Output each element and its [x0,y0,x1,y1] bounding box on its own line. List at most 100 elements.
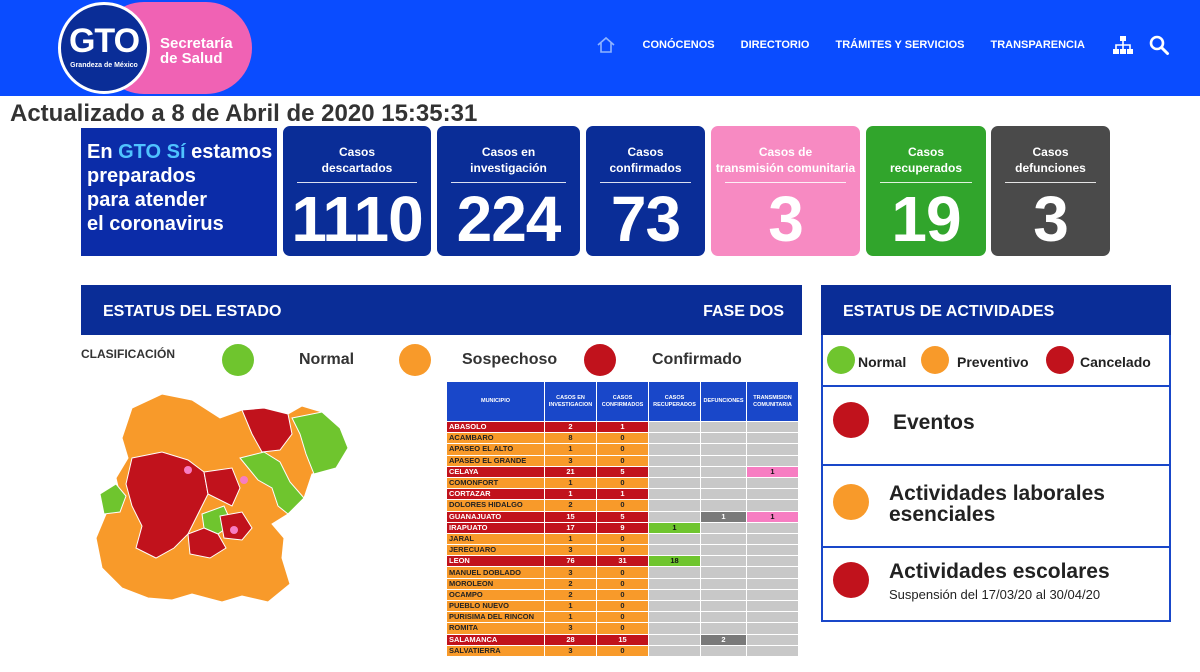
logo-secretaria-line1: Secretaría [160,35,233,52]
table-cell [700,532,747,546]
sitemap-icon[interactable] [1112,34,1134,56]
table-cell [746,611,799,624]
municipio-name: MANUEL DOBLADO [446,566,545,579]
promo-line1-highlight: GTO Sí [118,141,186,163]
table-cell: 1 [544,532,597,546]
table-row: MANUEL DOBLADO 3 0 [446,566,799,579]
map-marker [230,526,238,534]
table-cell [648,622,701,635]
logo-secretaria: Secretaría de Salud [160,36,250,66]
table-cell [746,488,799,501]
table-row: APASEO EL ALTO 1 0 [446,443,799,456]
escolares-suspension: Suspensión del 17/03/20 al 30/04/20 [889,587,1101,602]
table-cell [700,644,747,657]
table-cell [700,588,747,602]
card-label-line1: Casos [1032,145,1069,159]
table-cell [648,588,701,602]
table-row: IRAPUATO 17 9 1 [446,521,799,534]
table-row: SALVATIERRA 3 0 [446,644,799,657]
table-row: CORTAZAR 1 1 [446,488,799,501]
table-row: APASEO EL GRANDE 3 0 [446,454,799,467]
table-cell [648,465,701,478]
card-value: 3 [1033,183,1069,255]
table-cell: 0 [596,644,649,657]
table-cell [700,521,747,534]
table-header-cell: MUNICIPIO [446,381,545,422]
nav-directorio[interactable]: DIRECTORIO [741,39,810,51]
card-label: Casos recuperados [866,144,986,176]
act-legend-preventivo-label: Preventivo [957,354,1029,370]
table-row: DOLORES HIDALGO 2 0 [446,499,799,512]
logo[interactable]: GTO Grandeza de México Secretaría de Sal… [58,2,252,94]
site-header: GTO Grandeza de México Secretaría de Sal… [0,0,1200,96]
table-cell [746,499,799,512]
estado-header: ESTATUS DEL ESTADO FASE DOS [81,285,802,335]
table-cell [648,432,701,445]
table-cell: 1 [746,510,799,523]
table-cell: 0 [596,566,649,579]
table-cell [746,555,799,568]
card-value: 224 [456,183,562,255]
table-header-cell: DEFUNCIONES [700,381,747,422]
municipio-name: MOROLEON [446,577,545,590]
table-cell [746,633,799,646]
table-body: ABASOLO 2 1 ACAMBARO 8 0 APASEO EL ALTO 1 0 APASE… [446,420,799,657]
promo-line1-a: En [87,141,119,163]
logo-secretaria-line2: de Salud [160,50,223,67]
actividades-header: ESTATUS DE ACTIVIDADES [821,285,1171,335]
card-label: Casos de transmisión comunitaria [711,144,860,176]
table-cell: 1 [544,488,597,501]
table-cell [746,566,799,579]
table-row: PUEBLO NUEVO 1 0 [446,599,799,613]
table-cell: 31 [596,555,649,568]
card-transmision: Casos de transmisión comunitaria 3 [711,126,860,256]
table-cell [700,465,747,478]
table-cell [746,532,799,546]
card-label-line1: Casos [627,145,664,159]
table-cell: 0 [596,622,649,635]
table-cell [648,599,701,613]
table-cell: 15 [544,510,597,523]
divider [823,464,1169,466]
municipios-table: MUNICIPIO CASOS EN INVESTIGACION CASOS CON… [446,381,799,657]
legend-normal-dot [222,344,254,376]
nav-tramites[interactable]: TRÁMITES Y SERVICIOS [835,39,964,51]
table-cell: 1 [544,443,597,456]
card-label-line2: transmisión comunitaria [715,161,856,175]
table-header-cell: CASOS RECUPERADOS [648,381,701,422]
card-label-line1: Casos [338,145,376,159]
table-cell: 0 [596,443,649,456]
table-cell [746,588,799,602]
table-cell: 2 [544,577,597,590]
eventos-label: Eventos [893,411,975,434]
state-map [95,393,349,603]
municipio-name: JARAL [446,532,545,546]
home-icon[interactable] [596,35,616,55]
table-cell: 0 [596,611,649,624]
table-cell [746,454,799,467]
table-cell [700,622,747,635]
table-cell: 1 [544,611,597,624]
table-cell [746,432,799,445]
nav-transparencia[interactable]: TRANSPARENCIA [990,39,1085,51]
table-cell [648,611,701,624]
table-cell [746,420,799,434]
legend-sospechoso-label: Sospechoso [462,351,558,368]
table-header-cell: CASOS EN INVESTIGACION [544,381,597,422]
table-cell: 1 [648,521,701,534]
table-cell [746,476,799,490]
act-legend-normal-dot [827,346,855,374]
nav-conocenos[interactable]: CONÓCENOS [643,39,715,51]
table-cell: 0 [596,432,649,445]
table-row: ACAMBARO 8 0 [446,432,799,445]
logo-tagline: Grandeza de México [70,62,138,69]
search-icon[interactable] [1148,34,1170,56]
table-row: ROMITA 3 0 [446,622,799,635]
promo-line1: En GTO Sí estamos [87,140,277,164]
table-cell: 0 [596,544,649,557]
legend-normal-label: Normal [299,351,355,368]
table-cell [648,476,701,490]
table-cell [648,544,701,557]
promo-banner: En GTO Sí estamos preparados para atende… [81,128,277,256]
table-cell [700,488,747,501]
